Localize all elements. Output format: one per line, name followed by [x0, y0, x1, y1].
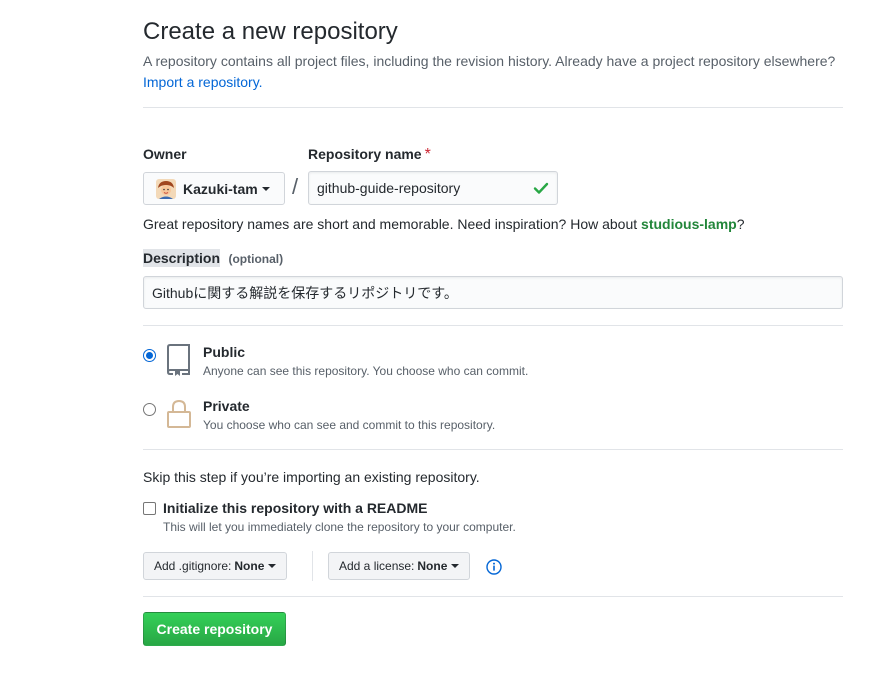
- repository-name-input[interactable]: github-guide-repository: [308, 171, 558, 205]
- info-icon[interactable]: [486, 559, 502, 580]
- skip-step-text: Skip this step if you’re importing an ex…: [143, 469, 480, 485]
- repo-name-hint: Great repository names are short and mem…: [143, 216, 745, 232]
- repository-name-value: github-guide-repository: [317, 180, 461, 196]
- owner-select-button[interactable]: Kazuki-tam: [143, 172, 285, 205]
- private-option-title: Private: [203, 398, 250, 414]
- import-repository-link[interactable]: Import a repository.: [143, 74, 263, 90]
- addon-divider: [312, 551, 313, 581]
- private-radio[interactable]: [143, 403, 156, 416]
- public-radio[interactable]: [143, 349, 156, 362]
- gitignore-prefix: Add .gitignore:: [154, 559, 232, 573]
- description-label-text: Description: [143, 249, 221, 267]
- optional-text: (optional): [228, 252, 284, 266]
- description-divider: [143, 325, 843, 326]
- check-icon: [533, 180, 549, 199]
- readme-label[interactable]: Initialize this repository with a README: [163, 500, 427, 516]
- owner-name: Kazuki-tam: [183, 180, 258, 197]
- private-option-note: You choose who can see and commit to thi…: [203, 418, 496, 432]
- repo-icon: [166, 344, 192, 381]
- visibility-divider: [143, 449, 843, 450]
- lead-text: A repository contains all project files,…: [143, 53, 836, 69]
- license-select-button[interactable]: Add a license: None: [328, 552, 471, 580]
- description-label: Description (optional): [143, 249, 284, 268]
- name-suggestion[interactable]: studious-lamp: [641, 216, 737, 232]
- hint-text: Great repository names are short and mem…: [143, 216, 638, 232]
- license-value: None: [417, 559, 448, 573]
- description-value: Githubに関する解説を保存するリポジトリです。: [152, 284, 458, 301]
- chevron-down-icon: [268, 564, 277, 568]
- license-prefix: Add a license:: [339, 559, 415, 573]
- chevron-down-icon: [451, 564, 460, 568]
- new-repo-form: Create a new repository A repository con…: [143, 14, 843, 646]
- description-input[interactable]: Githubに関する解説を保存するリポジトリです。: [143, 276, 843, 309]
- gitignore-value: None: [234, 559, 265, 573]
- repo-name-label: Repository name *: [308, 146, 431, 163]
- lock-icon: [166, 399, 192, 434]
- hint-suffix: ?: [736, 216, 745, 232]
- page-title: Create a new repository: [143, 18, 398, 45]
- owner-label: Owner: [143, 146, 187, 162]
- required-marker: *: [424, 146, 431, 163]
- addons-divider: [143, 596, 843, 597]
- readme-checkbox[interactable]: [143, 502, 156, 515]
- header-divider: [143, 107, 843, 108]
- public-option-title: Public: [203, 344, 246, 360]
- page-subtitle: A repository contains all project files,…: [143, 51, 843, 93]
- create-repository-button[interactable]: Create repository: [143, 612, 286, 646]
- gitignore-select-button[interactable]: Add .gitignore: None: [143, 552, 288, 580]
- chevron-down-icon: [261, 186, 270, 191]
- owner-repo-separator: /: [292, 174, 299, 199]
- readme-note: This will let you immediately clone the …: [163, 520, 516, 534]
- owner-avatar: [156, 178, 176, 199]
- public-option-note: Anyone can see this repository. You choo…: [203, 364, 529, 378]
